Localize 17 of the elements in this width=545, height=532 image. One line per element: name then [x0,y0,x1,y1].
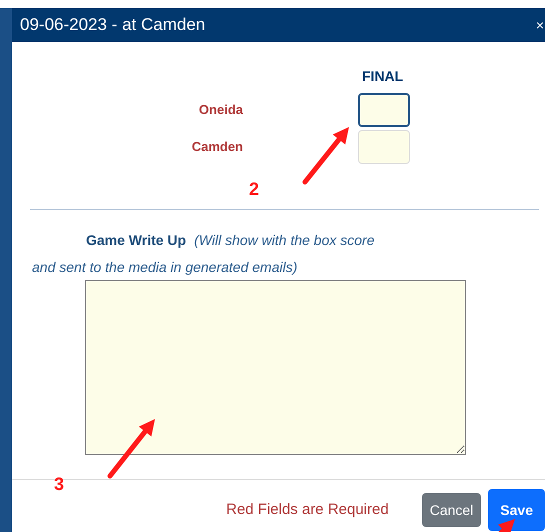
save-button[interactable]: Save [488,489,545,531]
hint-text: and sent to the media in generated emails) [32,259,298,275]
score-field[interactable] [358,93,410,127]
annotation-number: 2 [249,178,260,201]
team-label: Camden [190,138,243,156]
close-button[interactable]: × [535,18,545,32]
team-label: Oneida [198,101,243,120]
section-label: Game Write Up [86,232,186,248]
annotation-arrow [302,127,349,184]
dialog-title: 09-06-2023 - at Camden [20,14,206,36]
annotation-number: 3 [54,473,64,496]
annotation-arrow [108,419,155,478]
cancel-button[interactable]: Cancel [422,493,482,527]
hint-text: (Will show with the box score [194,232,374,248]
write-up-field[interactable] [85,280,466,455]
required-note: Red Fields are Required [226,500,389,520]
column-heading: FINAL [362,67,404,86]
